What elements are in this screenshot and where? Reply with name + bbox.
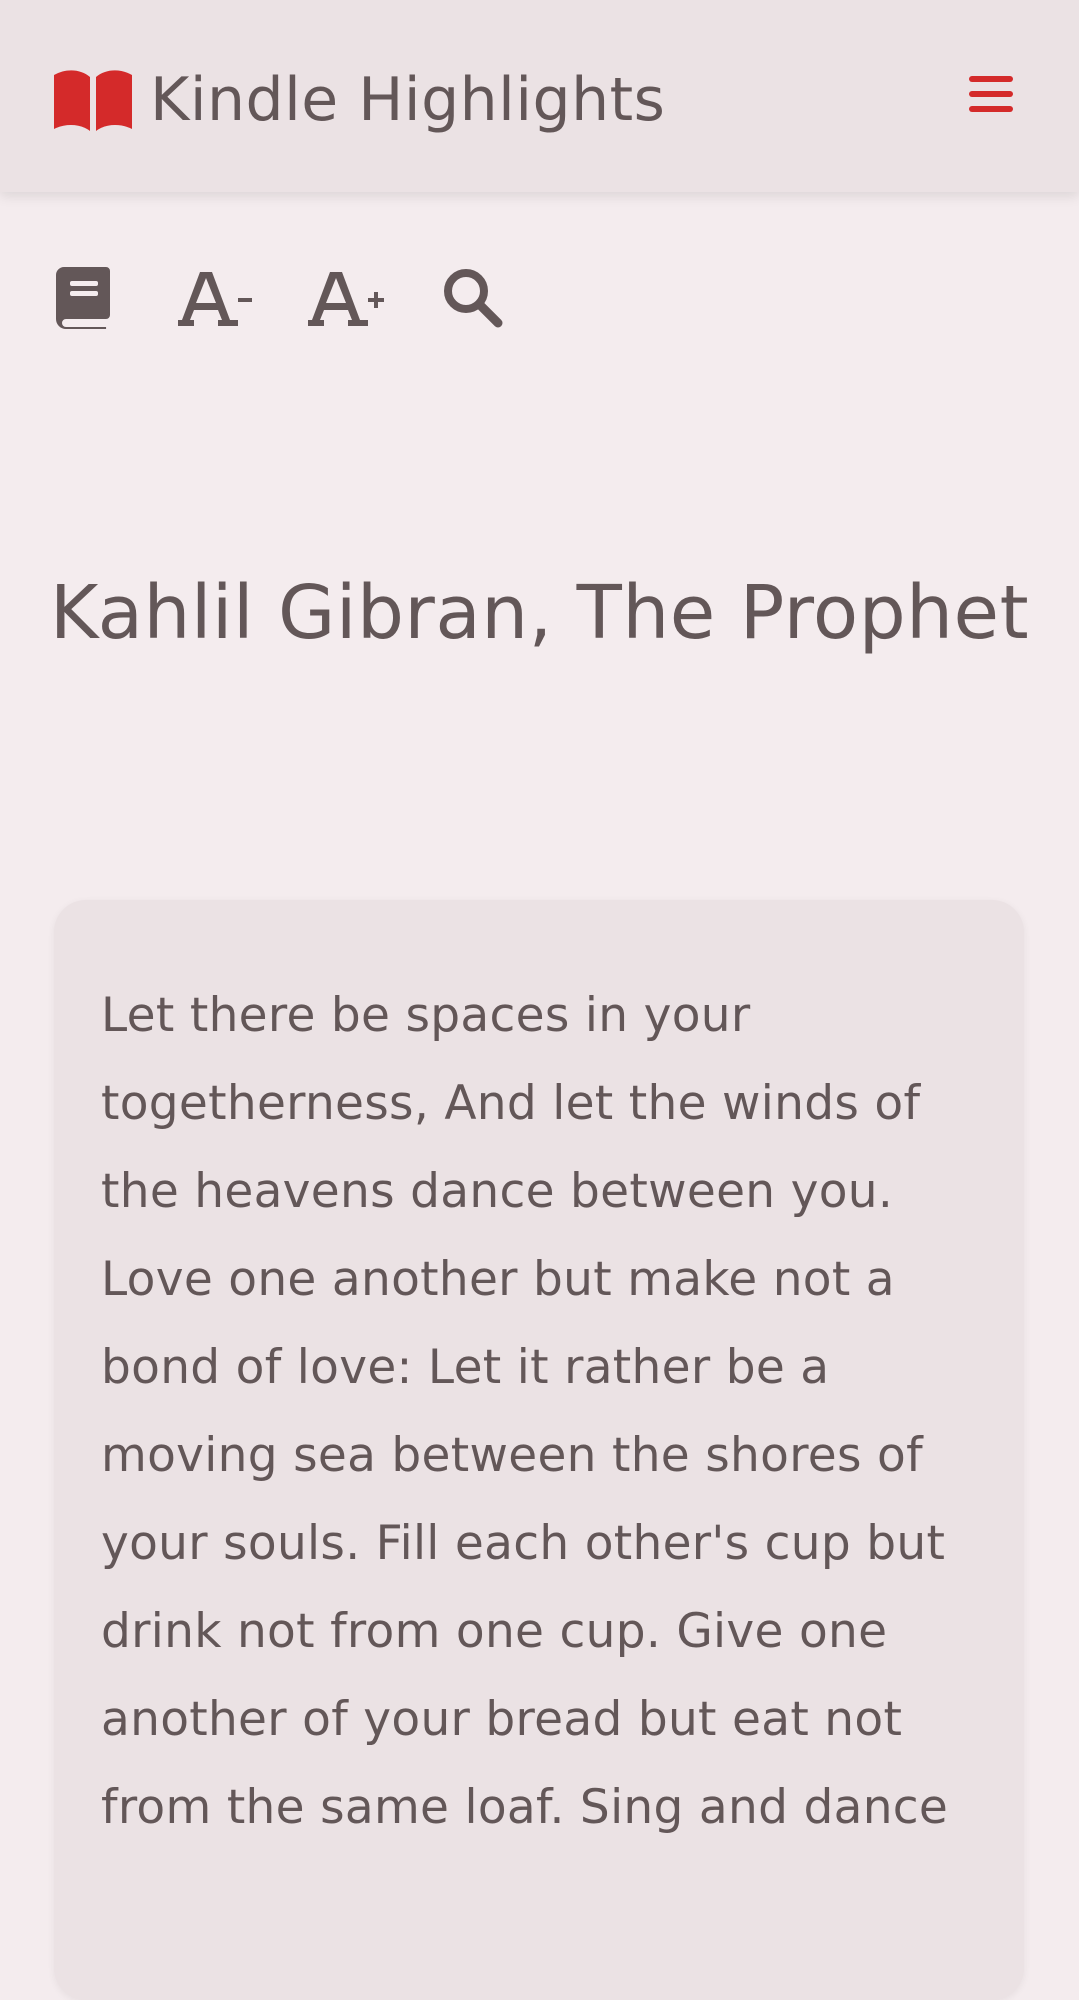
app-title: Kindle Highlights [150, 65, 666, 135]
decrease-font-button[interactable] [178, 262, 258, 334]
highlight-text: Let there be spaces in your togetherness… [101, 988, 949, 1835]
decrease-font-icon [178, 272, 252, 326]
hamburger-menu-icon[interactable] [969, 72, 1013, 116]
increase-font-icon [308, 272, 384, 326]
book-title: Kahlil Gibran, The Prophet [49, 570, 1030, 656]
brand[interactable]: Kindle Highlights [54, 58, 665, 142]
highlight-card: Let there be spaces in your togetherness… [54, 900, 1024, 2000]
app-header: Kindle Highlights [0, 0, 1079, 192]
library-button[interactable] [56, 262, 110, 334]
book-icon [56, 267, 110, 329]
increase-font-button[interactable] [308, 262, 388, 334]
search-button[interactable] [442, 262, 504, 334]
search-icon [444, 269, 503, 328]
open-book-icon [54, 70, 132, 131]
